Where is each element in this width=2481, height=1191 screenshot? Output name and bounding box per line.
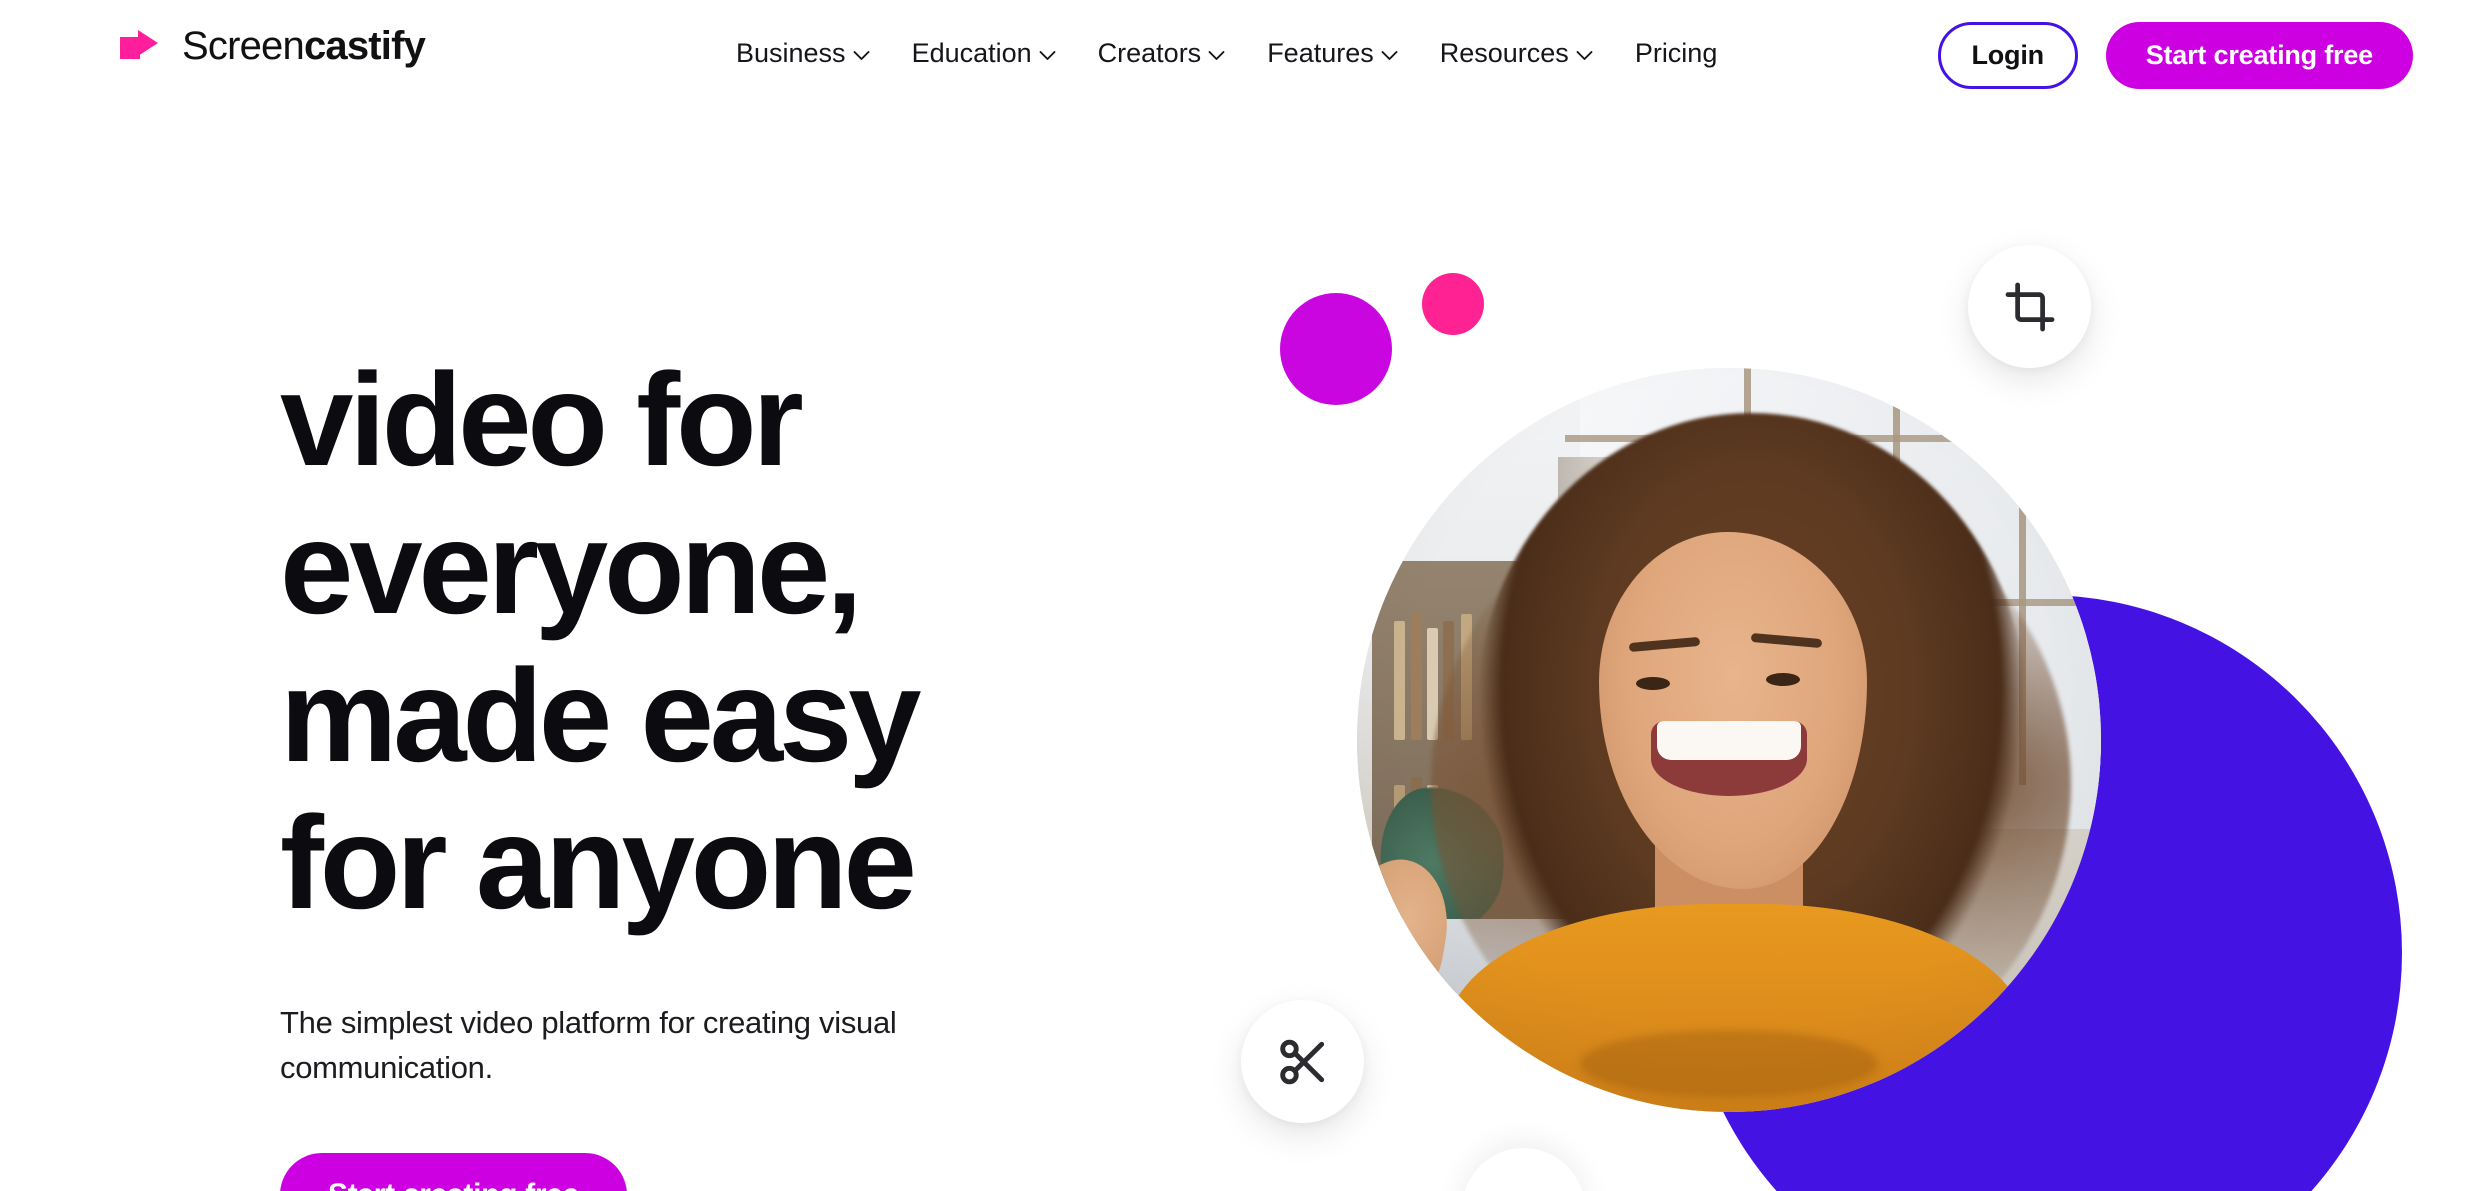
hero-photo-image <box>1357 368 2101 1112</box>
nav-label-business: Business <box>736 38 846 68</box>
headline-line-3: made easy <box>280 641 922 789</box>
header-start-creating-free-button[interactable]: Start creating free <box>2105 22 2413 89</box>
headline-line-2: everyone, <box>280 493 863 641</box>
nav-label-pricing: Pricing <box>1634 38 1718 68</box>
crop-icon <box>2005 282 2054 331</box>
hero-artwork <box>1240 0 2481 1191</box>
chevron-down-icon <box>1381 50 1398 60</box>
nav-item-features[interactable]: Features <box>1267 40 1398 67</box>
nav-item-creators[interactable]: Creators <box>1098 40 1226 67</box>
login-button[interactable]: Login <box>1937 22 2078 89</box>
header-actions: Login Start creating free <box>1937 22 2413 89</box>
cut-tool-badge[interactable] <box>1241 1000 1364 1123</box>
nav-item-resources[interactable]: Resources <box>1440 40 1593 67</box>
brand-logo[interactable]: Screencastify <box>110 24 426 68</box>
decorative-pink-circle <box>1422 273 1484 335</box>
chevron-down-icon <box>1039 50 1056 60</box>
headline-line-4: for anyone <box>280 789 917 937</box>
landing-page: Screencastify Business Education Creator… <box>0 0 2481 1191</box>
site-header: Screencastify Business Education Creator… <box>0 0 2481 112</box>
primary-navigation: Business Education Creators Features Res… <box>736 40 1717 67</box>
hero-photo <box>1357 368 2101 1112</box>
partial-tool-badge[interactable] <box>1462 1148 1585 1191</box>
nav-item-education[interactable]: Education <box>912 40 1056 67</box>
chevron-down-icon <box>853 50 870 60</box>
nav-label-features: Features <box>1267 38 1374 68</box>
hero-subheading: The simplest video platform for creating… <box>280 1005 897 1086</box>
nav-label-creators: Creators <box>1097 38 1202 68</box>
video-camera-play-icon <box>120 30 158 59</box>
hero-start-creating-free-button[interactable]: Start creating free <box>280 1153 628 1191</box>
page-title: video for everyone, made easy for anyone <box>280 346 1000 937</box>
nav-item-business[interactable]: Business <box>736 40 870 67</box>
brand-name-light: Screen <box>182 24 305 68</box>
hero-copy: video for everyone, made easy for anyone… <box>280 346 1000 1191</box>
nav-label-education: Education <box>911 38 1032 68</box>
nav-item-pricing[interactable]: Pricing <box>1635 40 1718 67</box>
headline-line-1: video for <box>280 346 804 493</box>
nav-label-resources: Resources <box>1439 38 1569 68</box>
brand-wordmark: Screencastify <box>182 24 426 68</box>
crop-tool-badge[interactable] <box>1968 245 2091 368</box>
brand-name-bold: castify <box>303 24 426 68</box>
chevron-down-icon <box>1576 50 1593 60</box>
chevron-down-icon <box>1208 50 1225 60</box>
scissors-icon <box>1279 1039 1324 1084</box>
